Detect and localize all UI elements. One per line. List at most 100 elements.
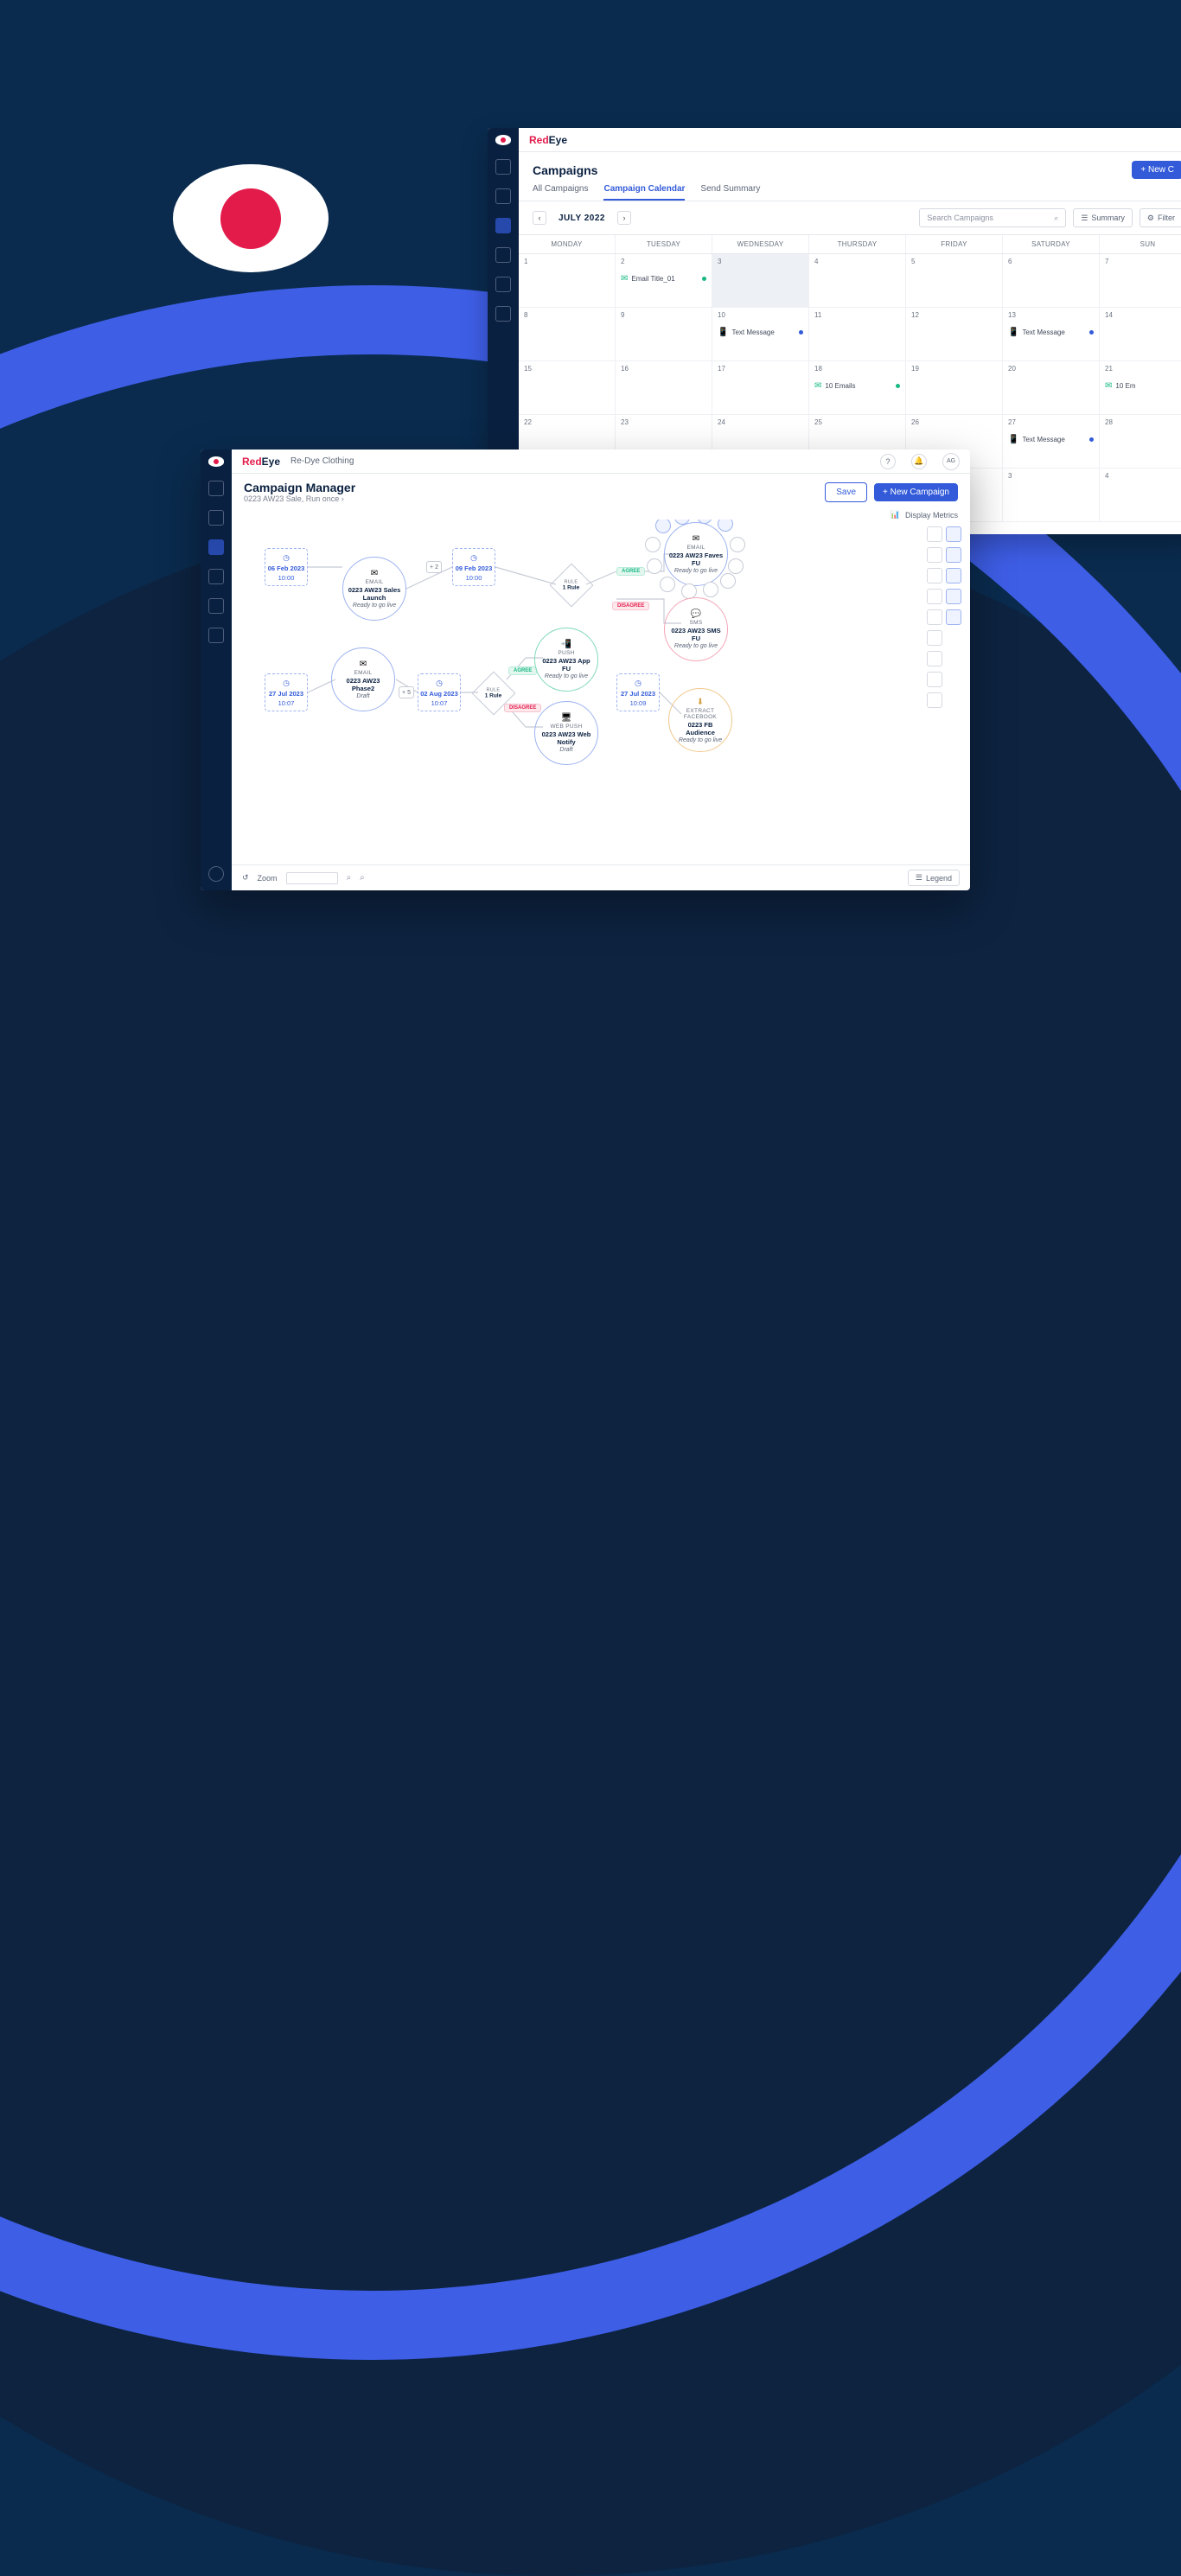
nav-icon-1[interactable]: [495, 159, 511, 175]
calendar-event[interactable]: ✉Email Title_01: [621, 274, 706, 284]
calendar-cell[interactable]: 19: [906, 361, 1003, 415]
display-metrics-link[interactable]: Display Metrics: [905, 511, 958, 520]
nav-icon-campaigns[interactable]: [495, 218, 511, 233]
nav-icon-history[interactable]: [208, 866, 224, 882]
nav-icon-1[interactable]: [208, 481, 224, 496]
zoom-out-icon[interactable]: ⌕: [347, 873, 352, 883]
nav-icon-4[interactable]: [208, 569, 224, 584]
calendar-cell[interactable]: 8: [519, 308, 616, 361]
email-node-phase2[interactable]: ✉ EMAIL 0223 AW23 Phase2 Draft: [331, 647, 395, 711]
calendar-cell[interactable]: 20: [1003, 361, 1100, 415]
history-icon[interactable]: ↺: [242, 873, 249, 883]
palette-item[interactable]: [927, 651, 942, 666]
palette-item[interactable]: [927, 589, 942, 604]
next-month-button[interactable]: ›: [617, 211, 631, 225]
palette-item[interactable]: [927, 609, 942, 625]
date-node-4[interactable]: ◷ 02 Aug 2023 10:07: [418, 673, 461, 711]
nav-icon-6[interactable]: [208, 628, 224, 643]
calendar-cell[interactable]: 27📱Text Message: [1003, 415, 1100, 469]
orbit-icon[interactable]: [703, 582, 718, 597]
save-button[interactable]: Save: [825, 482, 867, 502]
calendar-cell[interactable]: 4: [809, 254, 906, 308]
palette-item[interactable]: [927, 692, 942, 708]
orbit-icon[interactable]: [730, 537, 745, 552]
zoom-slider[interactable]: [286, 872, 338, 884]
date-node-5[interactable]: ◷ 27 Jul 2023 10:09: [616, 673, 660, 711]
calendar-cell[interactable]: 5: [906, 254, 1003, 308]
palette-item[interactable]: [946, 568, 961, 583]
orbit-icon[interactable]: [720, 573, 736, 589]
calendar-cell[interactable]: 18✉10 Emails: [809, 361, 906, 415]
prev-month-button[interactable]: ‹: [533, 211, 546, 225]
calendar-cell[interactable]: 17: [712, 361, 809, 415]
extract-node[interactable]: ⬇ EXTRACT FACEBOOK 0223 FB Audience Read…: [668, 688, 732, 752]
summary-button[interactable]: ☰Summary: [1073, 208, 1133, 227]
palette-item[interactable]: [946, 589, 961, 604]
legend-button[interactable]: ☰Legend: [908, 870, 960, 886]
zoom-in-icon[interactable]: ⌕: [360, 873, 365, 883]
nav-icon-5[interactable]: [495, 277, 511, 292]
calendar-cell[interactable]: 4: [1100, 469, 1181, 522]
calendar-cell[interactable]: 16: [616, 361, 712, 415]
calendar-event[interactable]: ✉10 Emails: [814, 381, 900, 391]
orbit-icon[interactable]: [728, 558, 744, 574]
palette-item[interactable]: [946, 547, 961, 563]
palette-item[interactable]: [946, 526, 961, 542]
calendar-cell[interactable]: 1: [519, 254, 616, 308]
flow-canvas[interactable]: ◷ 06 Feb 2023 10:00 ✉ EMAIL 0223 AW23 Sa…: [232, 520, 970, 864]
date-node-1[interactable]: ◷ 06 Feb 2023 10:00: [265, 548, 308, 586]
calendar-cell[interactable]: 14: [1100, 308, 1181, 361]
nav-icon-4[interactable]: [495, 247, 511, 263]
sms-node[interactable]: 💬 SMS 0223 AW23 SMS FU Ready to go live: [664, 597, 728, 661]
new-campaign-button[interactable]: + New Campaign: [874, 483, 958, 501]
calendar-cell[interactable]: 12: [906, 308, 1003, 361]
search-input[interactable]: Search Campaigns ⌕: [919, 208, 1066, 227]
plus-badge-5[interactable]: + 5: [399, 686, 414, 698]
calendar-event[interactable]: 📱Text Message: [718, 328, 803, 337]
calendar-event[interactable]: 📱Text Message: [1008, 328, 1094, 337]
orbit-icon[interactable]: [647, 558, 662, 574]
tab-send-summary[interactable]: Send Summary: [700, 184, 760, 201]
palette-item[interactable]: [927, 630, 942, 646]
orbit-icon[interactable]: [660, 577, 675, 592]
calendar-event[interactable]: ✉10 Em: [1105, 381, 1181, 391]
palette-item[interactable]: [927, 547, 942, 563]
bell-icon[interactable]: 🔔: [911, 454, 927, 469]
webpush-node[interactable]: 🖥 WEB PUSH 0223 AW23 Web Notify Draft: [534, 701, 598, 765]
nav-icon-campaigns[interactable]: [208, 539, 224, 555]
date-node-2[interactable]: ◷ 09 Feb 2023 10:00: [452, 548, 495, 586]
calendar-cell[interactable]: 6: [1003, 254, 1100, 308]
nav-icon-6[interactable]: [495, 306, 511, 322]
date-node-3[interactable]: ◷ 27 Jul 2023 10:07: [265, 673, 308, 711]
avatar[interactable]: AG: [942, 453, 960, 470]
calendar-cell[interactable]: 21✉10 Em: [1100, 361, 1181, 415]
palette-item[interactable]: [927, 568, 942, 583]
calendar-cell[interactable]: 7: [1100, 254, 1181, 308]
email-node-faves[interactable]: ✉ EMAIL 0223 AW23 Faves FU Ready to go l…: [664, 522, 728, 586]
plus-badge-2[interactable]: + 2: [426, 561, 442, 573]
calendar-cell[interactable]: 15: [519, 361, 616, 415]
tab-all[interactable]: All Campaigns: [533, 184, 588, 201]
calendar-cell[interactable]: 2✉Email Title_01: [616, 254, 712, 308]
calendar-cell[interactable]: 28: [1100, 415, 1181, 469]
push-node[interactable]: 📲 PUSH 0223 AW23 App FU Ready to go live: [534, 628, 598, 692]
nav-icon-2[interactable]: [495, 188, 511, 204]
orbit-icon[interactable]: [645, 537, 661, 552]
email-node-1[interactable]: ✉ EMAIL 0223 AW23 Sales Launch Ready to …: [342, 557, 406, 621]
calendar-cell[interactable]: 10📱Text Message: [712, 308, 809, 361]
calendar-cell[interactable]: 3: [712, 254, 809, 308]
nav-icon-2[interactable]: [208, 510, 224, 526]
tab-calendar[interactable]: Campaign Calendar: [603, 184, 685, 201]
help-icon[interactable]: ?: [880, 454, 896, 469]
new-campaign-button[interactable]: + New C: [1132, 161, 1181, 179]
calendar-cell[interactable]: 9: [616, 308, 712, 361]
calendar-cell[interactable]: 3: [1003, 469, 1100, 522]
nav-icon-5[interactable]: [208, 598, 224, 614]
calendar-event[interactable]: 📱Text Message: [1008, 435, 1094, 444]
calendar-cell[interactable]: 11: [809, 308, 906, 361]
calendar-cell[interactable]: 13📱Text Message: [1003, 308, 1100, 361]
filter-button[interactable]: ⚙Filter: [1140, 208, 1181, 227]
palette-item[interactable]: [927, 672, 942, 687]
palette-item[interactable]: [927, 526, 942, 542]
palette-item[interactable]: [946, 609, 961, 625]
